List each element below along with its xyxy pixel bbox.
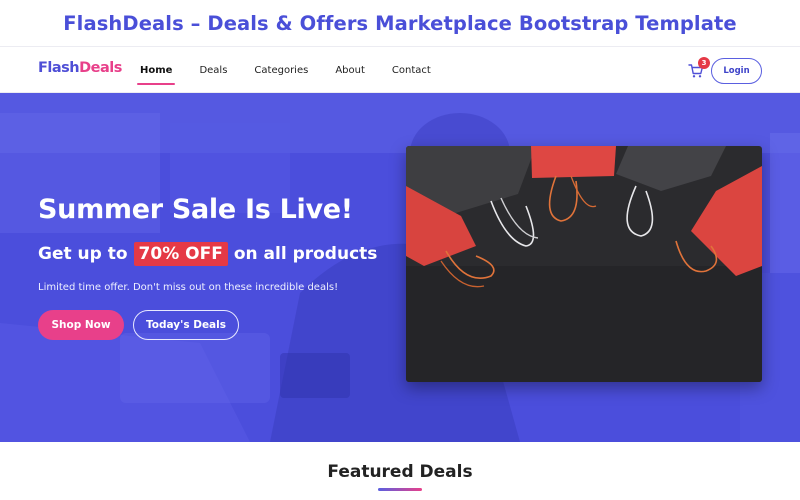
nav-link-about[interactable]: About (331, 61, 369, 80)
hero-heading: Summer Sale Is Live! (38, 194, 353, 225)
brand-logo[interactable]: FlashDeals (38, 60, 122, 76)
shopping-bags-image (406, 146, 762, 382)
hero-description: Limited time offer. Don't miss out on th… (38, 282, 339, 293)
hero-section: Summer Sale Is Live! Get up to 70% OFF o… (0, 93, 800, 442)
nav-link-categories[interactable]: Categories (250, 61, 312, 80)
nav-links: Home Deals Categories About Contact (136, 47, 454, 94)
login-button[interactable]: Login (711, 58, 762, 84)
hero-subheading: Get up to 70% OFF on all products (38, 242, 377, 266)
nav-link-contact[interactable]: Contact (388, 61, 435, 80)
hero-sub-prefix: Get up to (38, 244, 128, 264)
title-underline (378, 488, 422, 491)
todays-deals-button[interactable]: Today's Deals (133, 310, 239, 340)
cart-count-badge: 3 (698, 57, 710, 69)
discount-highlight: 70% OFF (133, 242, 228, 266)
cart-button[interactable]: 3 (688, 57, 710, 79)
hero-image (406, 146, 762, 382)
page-banner-title: FlashDeals – Deals & Offers Marketplace … (0, 0, 800, 46)
featured-deals-title: Featured Deals (327, 462, 473, 482)
shop-now-button[interactable]: Shop Now (38, 310, 124, 340)
nav-link-home[interactable]: Home (136, 61, 176, 85)
logo-part-deals: Deals (79, 60, 122, 76)
featured-deals-section: Featured Deals (0, 462, 800, 491)
navbar: FlashDeals Home Deals Categories About C… (0, 46, 800, 93)
nav-link-deals[interactable]: Deals (195, 61, 231, 80)
hero-sub-suffix: on all products (233, 244, 378, 264)
logo-part-flash: Flash (38, 60, 80, 76)
